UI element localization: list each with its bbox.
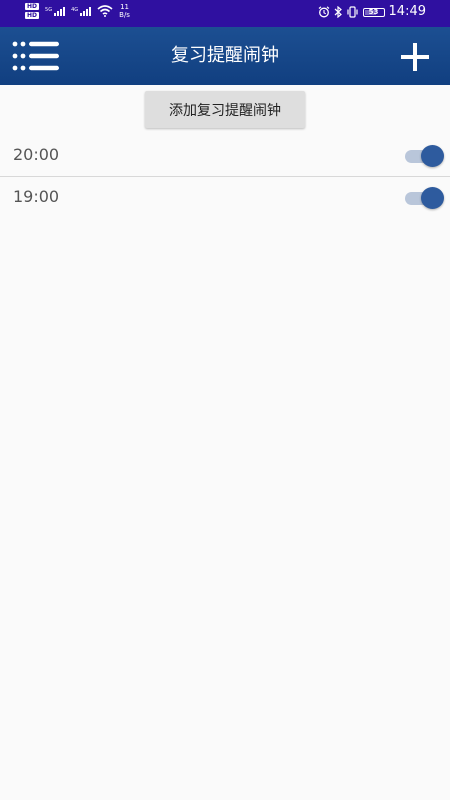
signal-label: 5G (45, 6, 53, 13)
page-title: 复习提醒闹钟 (171, 45, 279, 66)
app-bar: 复习提醒闹钟 (0, 27, 450, 85)
hd-indicators: HD HD (25, 3, 40, 19)
alarm-time: 20:00 (13, 145, 60, 164)
alarm-time: 19:00 (13, 187, 60, 206)
signal-label: 4G (71, 6, 79, 13)
status-bar-right: 53 14:49 (318, 4, 426, 20)
add-button[interactable] (399, 42, 431, 72)
bluetooth-icon (334, 6, 342, 18)
network-speed: 11 B/s (119, 3, 130, 19)
signal-icon: 5G (45, 6, 66, 16)
toggle-thumb (421, 145, 444, 167)
hd-badge: HD (25, 12, 40, 19)
alarm-toggle[interactable] (405, 145, 445, 167)
network-speed-value: 11 (120, 3, 129, 11)
plus-icon (401, 43, 429, 71)
network-speed-unit: B/s (119, 11, 130, 19)
status-bar-left: HD HD 5G 4G 11 B/s (25, 3, 130, 19)
list-item[interactable]: 19:00 (0, 176, 450, 218)
toggle-thumb (421, 187, 444, 209)
alarm-toggle[interactable] (405, 187, 445, 209)
battery-icon: 53 (362, 7, 385, 17)
status-bar: HD HD 5G 4G 11 B/s 53 14:49 (0, 0, 450, 27)
battery-level: 53 (368, 7, 379, 16)
signal-icon: 4G (71, 6, 92, 16)
clock-time: 14:49 (388, 4, 426, 19)
list-item[interactable]: 20:00 (0, 134, 450, 176)
alarm-clock-icon (318, 6, 329, 18)
wifi-icon (97, 5, 113, 17)
hd-badge: HD (25, 3, 40, 10)
vibrate-icon (346, 6, 358, 18)
add-alarm-button[interactable]: 添加复习提醒闹钟 (145, 91, 305, 128)
